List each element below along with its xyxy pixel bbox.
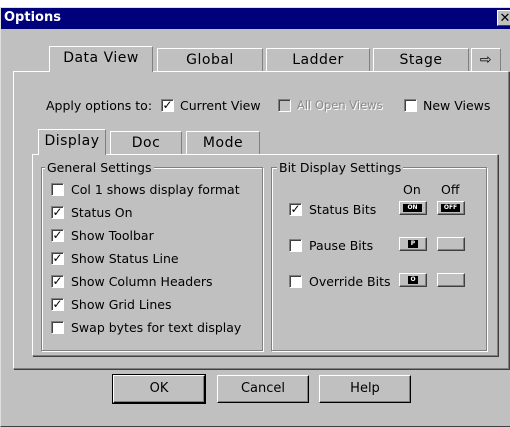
setting-label: Show Grid Lines: [71, 297, 172, 312]
title-bar: Options ✕: [1, 8, 510, 29]
checkmark-icon: ✓: [290, 202, 301, 216]
checkbox[interactable]: [51, 183, 64, 196]
off-style-button[interactable]: [437, 273, 465, 287]
new-views-label: New Views: [423, 98, 491, 113]
window-title: Options: [4, 10, 61, 25]
tab-label: Doc: [131, 135, 161, 151]
display-panel: General Settings Col 1 shows display for…: [32, 154, 498, 356]
checkmark-icon: ✓: [52, 251, 63, 265]
tab-label: Data View: [63, 50, 139, 66]
tab-doc[interactable]: Doc: [110, 131, 182, 155]
checkbox[interactable]: ✓: [51, 229, 64, 242]
tab-label: Mode: [202, 135, 244, 151]
on-style-preview: P: [408, 240, 418, 248]
tab-label: Stage: [399, 52, 443, 68]
tab-global[interactable]: Global: [157, 48, 263, 72]
ok-button[interactable]: OK: [112, 374, 206, 404]
setting-label: Show Toolbar: [71, 228, 154, 243]
tab-mode[interactable]: Mode: [186, 131, 260, 155]
checkbox[interactable]: ✓: [51, 298, 64, 311]
setting-label: Status On: [71, 205, 133, 220]
tab-label: Display: [44, 133, 100, 149]
on-style-button[interactable]: P: [399, 237, 427, 251]
checkbox[interactable]: [51, 321, 64, 334]
bit-label: Status Bits: [309, 202, 377, 217]
new-views-checkbox[interactable]: [404, 99, 417, 112]
checkbox[interactable]: [289, 239, 302, 252]
button-label: Help: [350, 381, 380, 396]
checkbox[interactable]: ✓: [289, 203, 302, 216]
all-open-views-label: All Open Views: [297, 98, 383, 112]
checkmark-icon: ✓: [52, 274, 63, 288]
checkbox[interactable]: [289, 275, 302, 288]
on-column-header: On: [403, 182, 421, 197]
checkmark-icon: ✓: [162, 98, 173, 112]
off-style-button[interactable]: [437, 237, 465, 251]
all-open-views-checkbox[interactable]: [278, 99, 291, 112]
general-settings-title: General Settings: [45, 160, 154, 175]
tab-label: Global: [186, 52, 234, 68]
checkmark-icon: ✓: [52, 205, 63, 219]
on-style-button[interactable]: O: [399, 273, 427, 287]
setting-label: Col 1 shows display format: [71, 182, 240, 197]
options-dialog: Options ✕ Data View Global Ladder Stage …: [0, 7, 510, 427]
on-style-preview: O: [408, 276, 418, 284]
tab-ladder[interactable]: Ladder: [266, 48, 370, 72]
cancel-button[interactable]: Cancel: [217, 375, 309, 403]
checkbox[interactable]: ✓: [51, 275, 64, 288]
setting-label: Show Column Headers: [71, 274, 213, 289]
tab-data-view[interactable]: Data View: [49, 46, 153, 72]
tab-label: Ladder: [292, 52, 344, 68]
data-view-panel: Apply options to: ✓ Current View All Ope…: [13, 71, 509, 369]
checkbox[interactable]: ✓: [51, 252, 64, 265]
close-button[interactable]: ✕: [497, 10, 510, 26]
bit-label: Override Bits: [309, 274, 391, 289]
off-style-button[interactable]: OFF: [437, 201, 465, 215]
off-style-preview: OFF: [441, 204, 460, 212]
on-style-button[interactable]: ON: [399, 201, 427, 215]
current-view-checkbox[interactable]: ✓: [161, 99, 174, 112]
button-label: OK: [149, 381, 169, 396]
setting-label: Swap bytes for text display: [71, 320, 242, 335]
close-icon: ✕: [499, 11, 510, 26]
on-style-preview: ON: [403, 204, 422, 212]
apply-options-label: Apply options to:: [46, 98, 153, 113]
checkmark-icon: ✓: [52, 297, 63, 311]
button-label: Cancel: [240, 381, 286, 396]
setting-label: Show Status Line: [71, 251, 179, 266]
checkbox[interactable]: ✓: [51, 206, 64, 219]
arrow-right-icon: ⇨: [479, 52, 493, 68]
tab-display[interactable]: Display: [38, 129, 106, 155]
tab-stage[interactable]: Stage: [373, 48, 469, 72]
help-button[interactable]: Help: [319, 375, 411, 403]
bit-display-title: Bit Display Settings: [277, 160, 404, 175]
bit-label: Pause Bits: [309, 238, 374, 253]
tab-scroll-button[interactable]: ⇨: [471, 48, 501, 72]
current-view-label: Current View: [180, 98, 261, 113]
off-column-header: Off: [441, 182, 460, 197]
checkmark-icon: ✓: [52, 228, 63, 242]
